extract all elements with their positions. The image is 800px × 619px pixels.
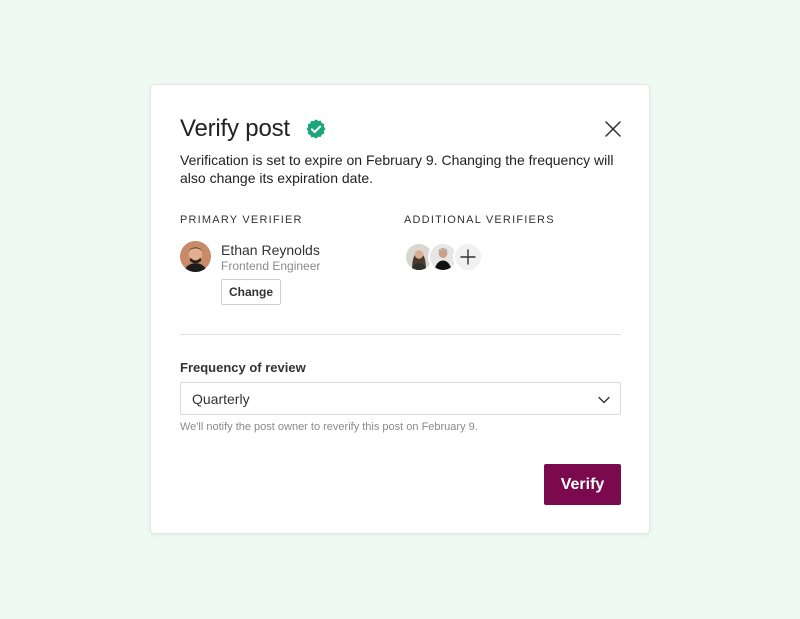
frequency-select[interactable]: Quarterly xyxy=(180,382,621,415)
divider xyxy=(180,334,621,335)
close-icon[interactable] xyxy=(603,119,623,139)
add-verifier-button[interactable] xyxy=(453,242,483,272)
primary-verifier-name: Ethan Reynolds xyxy=(221,242,320,258)
modal-title: Verify post xyxy=(180,115,290,142)
chevron-down-icon xyxy=(598,396,610,404)
change-verifier-button[interactable]: Change xyxy=(221,279,281,305)
frequency-helper-text: We'll notify the post owner to reverify … xyxy=(180,421,478,433)
additional-verifiers-label: ADDITIONAL VERIFIERS xyxy=(404,214,555,226)
verified-badge-icon xyxy=(306,119,326,139)
verify-button[interactable]: Verify xyxy=(544,464,621,505)
plus-icon xyxy=(460,249,476,265)
frequency-label: Frequency of review xyxy=(180,360,306,375)
modal-description: Verification is set to expire on Februar… xyxy=(180,152,614,186)
primary-verifier-role: Frontend Engineer xyxy=(221,259,321,273)
frequency-select-value: Quarterly xyxy=(192,391,250,407)
additional-verifiers-stack xyxy=(404,242,494,272)
primary-verifier-label: PRIMARY VERIFIER xyxy=(180,214,303,226)
verify-post-modal: Verify post Verification is set to expir… xyxy=(150,84,650,534)
avatar xyxy=(180,241,211,272)
